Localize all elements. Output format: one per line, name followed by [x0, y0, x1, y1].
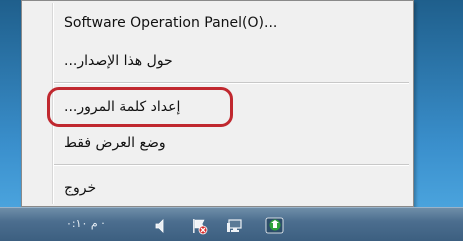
menu-separator: [54, 82, 409, 84]
menu-item-software-operation-panel[interactable]: Software Operation Panel(O)...: [22, 8, 413, 38]
desktop-background-left: [0, 0, 21, 207]
highlight-annotation-ring: [47, 87, 233, 127]
menu-separator: [54, 164, 409, 166]
menu-item-view-only-mode[interactable]: وضع العرض فقط: [22, 128, 413, 158]
network-icon[interactable]: [226, 217, 244, 235]
menu-item-label: ...حول هذا الإصدار: [64, 53, 173, 69]
menu-item-label: Software Operation Panel(O)...: [64, 15, 278, 31]
action-center-flag-icon[interactable]: [190, 217, 208, 235]
taskbar: م ٠:١٠ ·: [0, 207, 463, 241]
desktop-background-right: [414, 0, 463, 207]
taskbar-clock[interactable]: م ٠:١٠ ·: [66, 217, 105, 230]
menu-item-about[interactable]: ...حول هذا الإصدار: [22, 46, 413, 76]
scanner-app-icon[interactable]: [265, 217, 284, 235]
tray-context-menu: Software Operation Panel(O)... ...حول هذ…: [21, 0, 414, 207]
menu-item-label: خروج: [64, 180, 97, 196]
speaker-icon[interactable]: [152, 217, 170, 235]
menu-item-label: وضع العرض فقط: [64, 135, 166, 151]
menu-item-exit[interactable]: خروج: [22, 173, 413, 203]
